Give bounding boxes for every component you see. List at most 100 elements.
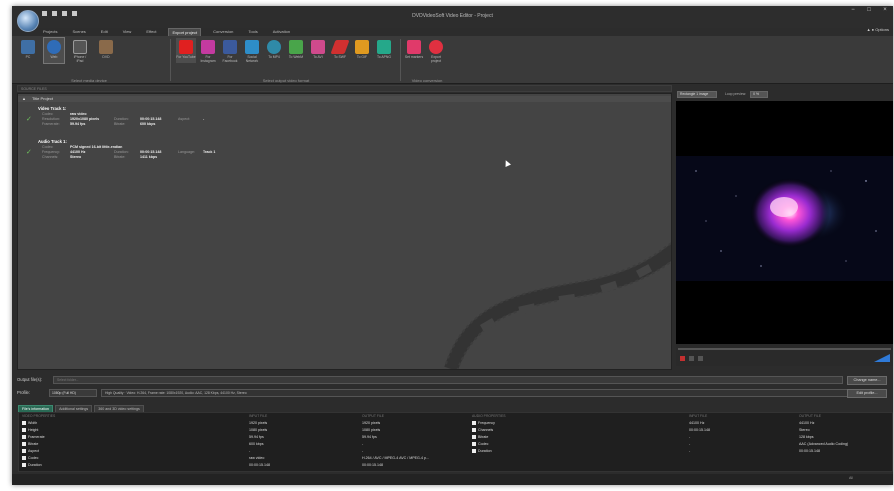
video-row-name: Aspect (22, 448, 39, 454)
pause-icon[interactable] (698, 356, 703, 361)
audio-row-input: 44100 Hz (689, 421, 705, 425)
edit-profile-button[interactable]: Edit profile... (847, 389, 887, 398)
video-row-name: Framerate (22, 434, 45, 440)
volume-icon[interactable] (874, 354, 890, 362)
preview-seek-bar[interactable] (678, 348, 891, 350)
to-apng-button[interactable]: To APNG (374, 38, 394, 63)
swf-icon (330, 40, 350, 54)
video-track-check-icon[interactable]: ✓ (26, 116, 32, 123)
options-menu[interactable]: ▲ ● Options (867, 27, 889, 32)
row-bullet-icon (22, 462, 26, 467)
up-arrow-icon: ▲ (866, 27, 871, 32)
close-button[interactable]: × (877, 6, 893, 14)
phone-icon (73, 40, 87, 54)
video-row-input: 59.94 fps (249, 435, 264, 439)
video-row-output: 00:00:15.148 (362, 463, 383, 467)
set-markers-button[interactable]: Set markers (404, 38, 424, 63)
row-bullet-icon (472, 448, 476, 453)
audio-row-output: 128 kbps (799, 435, 814, 439)
audio-output-header: OUTPUT FILE (799, 414, 821, 418)
maximize-button[interactable]: □ (861, 6, 877, 14)
output-folder-row: Output file(s): Select folder... Change … (17, 376, 893, 385)
source-files-header: SOURCE FILES (17, 85, 672, 92)
to-gif-button[interactable]: To GIF (352, 38, 372, 63)
profile-dropdown[interactable]: 1080p (Full HD) (49, 389, 97, 397)
preview-controls (676, 344, 893, 366)
gif-icon (355, 40, 369, 54)
change-name-button[interactable]: Change name... (847, 376, 887, 385)
audio-row-input: 00:00:15.148 (689, 428, 710, 432)
to-mp4-button[interactable]: To MP4 (264, 38, 284, 63)
audio-row-name: Codec (472, 441, 488, 447)
youtube-button[interactable]: For YouTube (176, 38, 196, 63)
ribbon-divider (170, 39, 171, 81)
play-icon[interactable] (689, 356, 694, 361)
row-bullet-icon (22, 441, 26, 446)
row-bullet-icon (472, 434, 476, 439)
output-folder-input[interactable]: Select folder... (53, 376, 843, 384)
loop-preview-input[interactable]: 0 % (750, 90, 769, 98)
language-value: Track 1 (203, 150, 216, 154)
options-label: Options (875, 27, 889, 32)
audio-properties-header: AUDIO PROPERTIES (472, 414, 506, 418)
video-row-input: 600 kbps (249, 442, 264, 446)
webm-icon (289, 40, 303, 54)
row-bullet-icon (22, 448, 26, 453)
video-output-header: OUTPUT FILE (362, 414, 384, 418)
audio-row-name: Bitrate (472, 434, 488, 440)
minimize-button[interactable]: − (845, 6, 861, 14)
group-label-output-format: Select output video format (262, 78, 310, 83)
profile-label: Profile: (17, 390, 31, 395)
pc-button[interactable]: PC (18, 38, 38, 63)
to-webm-button[interactable]: To WebM (286, 38, 306, 63)
framerate-key: Framerate: (42, 122, 60, 126)
export-project-button[interactable]: Export project (426, 38, 446, 63)
status-text: All (849, 476, 853, 480)
social-network-icon (245, 40, 259, 54)
nebula-preview-image (676, 156, 893, 281)
video-preview[interactable] (676, 101, 893, 344)
video-input-header: INPUT FILE (249, 414, 268, 418)
video-row-output: 1080 pixels (362, 428, 381, 432)
row-bullet-icon (472, 427, 476, 432)
video-row-name: Height (22, 427, 38, 433)
bitrate-key: Bitrate: (114, 155, 126, 159)
audio-row-output: Stereo (799, 428, 810, 432)
web-button[interactable]: Web (43, 37, 65, 64)
window-controls: − □ × (845, 6, 893, 14)
video-row-input: 00:00:15.148 (249, 463, 270, 467)
social-network-button[interactable]: Social Network (242, 38, 262, 63)
instagram-icon (201, 40, 215, 54)
iphone-ipad-button[interactable]: iPhone / iPad (70, 38, 90, 63)
video-row-input: raw video (249, 456, 265, 460)
row-bullet-icon (22, 434, 26, 439)
facebook-icon (223, 40, 237, 54)
video-properties-header: VIDEO PROPERTIES (22, 414, 56, 418)
channels-key: Channels: (42, 155, 59, 159)
audio-track-check-icon[interactable]: ✓ (26, 149, 32, 156)
pc-icon (21, 40, 35, 54)
audio-track-info[interactable]: ✓ Audio Track 1: Codec: PCM signed 16-bit… (26, 139, 216, 160)
project-tree-row[interactable]: ▲ Title Project (18, 96, 671, 102)
video-row-name: Width (22, 420, 37, 426)
window-title: DVDVideoSoft Video Editor - Project (412, 13, 493, 19)
to-avi-button[interactable]: To AVI (308, 38, 328, 63)
apng-icon (377, 40, 391, 54)
bitrate-key: Bitrate: (114, 122, 126, 126)
stop-icon[interactable] (680, 356, 685, 361)
dvd-button[interactable]: DVD (96, 38, 116, 63)
facebook-button[interactable]: For Facebook (220, 38, 240, 63)
row-bullet-icon (22, 420, 26, 425)
instagram-button[interactable]: For Instagram (198, 38, 218, 63)
video-track-info[interactable]: ✓ Video Track 1: Codec: raw video Resolut… (26, 106, 204, 127)
to-swf-button[interactable]: To SWF (330, 38, 350, 63)
group-media-device: PC Web iPhone / iPad DVD Select media de… (14, 36, 164, 84)
preview-mode-dropdown[interactable]: Rectangle 1 image (677, 90, 717, 98)
audio-row-name: Frequency (472, 420, 495, 426)
language-key: Language: (178, 150, 195, 154)
video-row-output: - (362, 442, 364, 446)
audio-row-name: Channels (472, 427, 493, 433)
audio-row-input: - (689, 442, 691, 446)
ribbon-toolbar: PC Web iPhone / iPad DVD Select media de… (12, 36, 893, 84)
collapse-arrow-icon[interactable]: ▲ (22, 96, 26, 101)
